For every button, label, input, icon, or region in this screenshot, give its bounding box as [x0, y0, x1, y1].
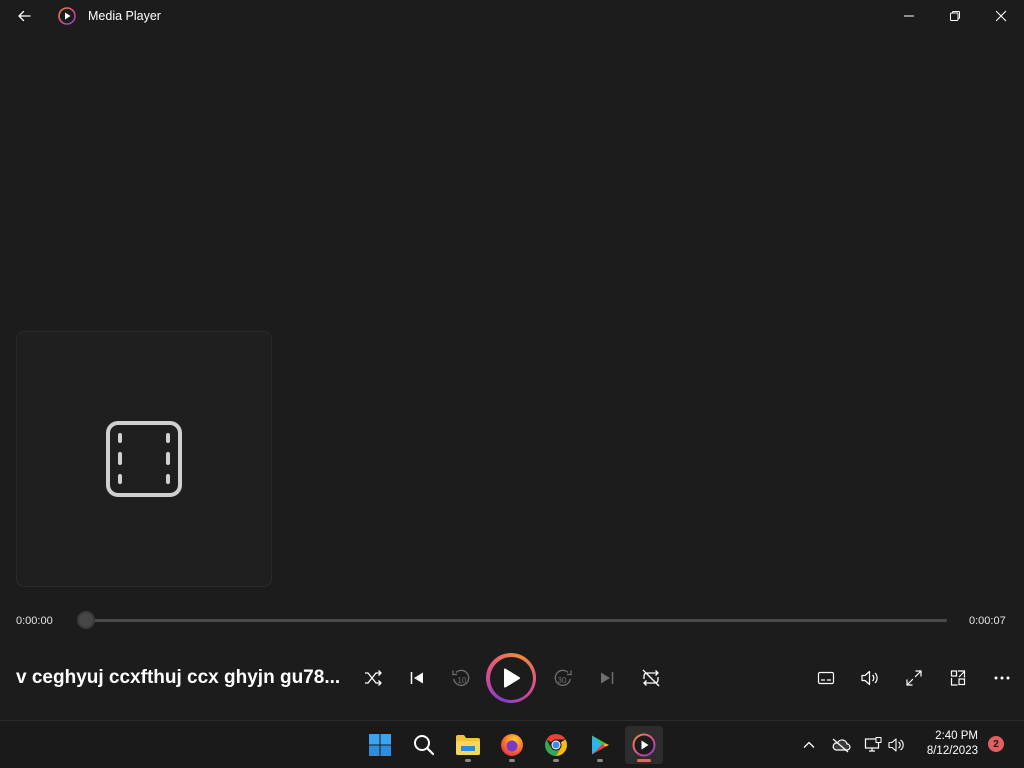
restore-icon [950, 11, 960, 21]
taskbar-media-player[interactable] [625, 726, 663, 764]
mini-player-button[interactable] [942, 662, 974, 694]
search-icon [414, 735, 435, 756]
svg-text:10: 10 [458, 676, 467, 685]
media-player-logo-icon [58, 7, 76, 25]
chrome-icon [545, 734, 567, 756]
total-time: 0:00:07 [969, 615, 1006, 627]
restore-button[interactable] [932, 0, 978, 32]
next-icon [601, 672, 614, 684]
taskbar-google-play[interactable] [581, 726, 619, 764]
repeat-button[interactable] [635, 662, 667, 694]
current-time: 0:00:00 [16, 615, 53, 627]
more-options-button[interactable] [986, 662, 1018, 694]
windows-start-icon [369, 734, 391, 756]
clock-time: 2:40 PM [935, 730, 978, 742]
taskbar-clock[interactable]: 2:40 PM 8/12/2023 [908, 729, 978, 759]
repeat-icon [642, 669, 660, 687]
svg-text:30: 30 [558, 676, 567, 685]
back-arrow-icon [18, 10, 31, 22]
close-button[interactable] [978, 0, 1024, 32]
active-indicator [637, 759, 651, 762]
more-options-icon [994, 676, 1010, 680]
play-button[interactable] [486, 653, 536, 703]
next-button[interactable] [591, 662, 623, 694]
media-player-icon [632, 733, 656, 757]
file-explorer-icon [456, 735, 480, 755]
firefox-icon [501, 734, 523, 756]
volume-button[interactable] [854, 662, 886, 694]
running-indicator [509, 759, 515, 762]
onedrive-tray-icon-button[interactable] [829, 733, 853, 757]
previous-icon [410, 672, 423, 684]
taskbar-search-button[interactable] [405, 726, 443, 764]
network-icon [864, 737, 882, 752]
shuffle-button[interactable] [357, 662, 389, 694]
fullscreen-icon [906, 670, 922, 686]
speaker-icon [888, 738, 904, 752]
taskbar-firefox[interactable] [493, 726, 531, 764]
volume-tray-button[interactable] [884, 733, 908, 757]
forward-30-icon: 30 [554, 669, 572, 687]
track-title: v ceghyuj ccxfthuj ccx ghyjn gu78... [16, 667, 341, 688]
mini-player-icon [950, 670, 966, 686]
running-indicator [553, 759, 559, 762]
video-film-icon [106, 421, 182, 497]
album-art-placeholder [16, 331, 272, 587]
play-icon [504, 668, 521, 688]
google-play-icon [592, 735, 609, 755]
forward-30-button[interactable]: 30 [547, 662, 579, 694]
clock-date: 8/12/2023 [926, 745, 978, 757]
taskbar-start-button[interactable] [361, 726, 399, 764]
rewind-10-button[interactable]: 10 [445, 662, 477, 694]
taskbar-chrome[interactable] [537, 726, 575, 764]
chevron-up-icon [803, 741, 815, 748]
fullscreen-button[interactable] [898, 662, 930, 694]
captions-icon [817, 671, 835, 685]
running-indicator [465, 759, 471, 762]
onedrive-cloud-off-icon [832, 738, 851, 753]
taskbar [0, 721, 1024, 768]
network-tray-button[interactable] [861, 733, 885, 757]
close-icon [995, 10, 1007, 22]
seek-bar[interactable] [86, 619, 947, 622]
seek-thumb[interactable] [77, 611, 95, 629]
shuffle-icon [365, 670, 382, 686]
minimize-button[interactable] [886, 0, 932, 32]
show-hidden-icons-button[interactable] [797, 733, 821, 757]
volume-icon [861, 670, 878, 686]
taskbar-file-explorer[interactable] [449, 726, 487, 764]
captions-button[interactable] [810, 662, 842, 694]
rewind-10-icon: 10 [452, 669, 470, 687]
title-bar: Media Player [0, 0, 1024, 32]
previous-button[interactable] [401, 662, 433, 694]
back-button[interactable] [10, 4, 38, 28]
window-title: Media Player [88, 9, 161, 23]
minimize-icon [904, 15, 914, 17]
notification-badge[interactable]: 2 [988, 736, 1004, 752]
running-indicator [597, 759, 603, 762]
